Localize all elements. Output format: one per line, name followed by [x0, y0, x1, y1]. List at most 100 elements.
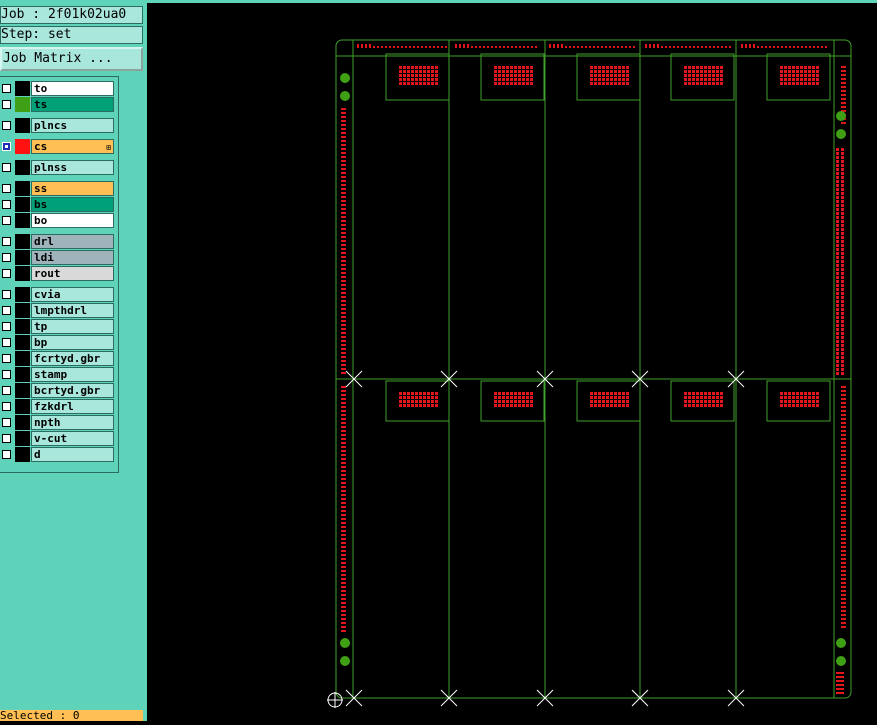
layer-row-to[interactable]: to: [0, 81, 116, 96]
layer-color-swatch[interactable]: [15, 97, 30, 112]
layer-checkbox[interactable]: [2, 338, 11, 347]
layer-checkbox[interactable]: [2, 322, 11, 331]
layer-row-drl[interactable]: drl: [0, 234, 116, 249]
layer-row-cvia[interactable]: cvia: [0, 287, 116, 302]
component-pad: [498, 400, 501, 403]
layer-row-stamp[interactable]: stamp: [0, 367, 116, 382]
layer-checkbox[interactable]: [2, 237, 11, 246]
layer-checkbox[interactable]: [2, 253, 11, 262]
job-matrix-button[interactable]: Job Matrix ...: [0, 47, 143, 71]
edge-rail-pad: [841, 454, 846, 456]
layer-name-label[interactable]: rout: [31, 266, 114, 281]
layer-checkbox[interactable]: [2, 290, 11, 299]
layer-checkbox[interactable]: [2, 216, 11, 225]
layer-name-label[interactable]: to: [31, 81, 114, 96]
layer-checkbox[interactable]: [2, 402, 11, 411]
layer-name-label[interactable]: bp: [31, 335, 114, 350]
layer-color-swatch[interactable]: [15, 250, 30, 265]
layer-name-label[interactable]: stamp: [31, 367, 114, 382]
layer-color-swatch[interactable]: [15, 431, 30, 446]
layer-row-d[interactable]: d: [0, 447, 116, 462]
layer-color-swatch[interactable]: [15, 399, 30, 414]
layer-name-label[interactable]: cs ⊞: [31, 139, 114, 154]
layer-row-plnss[interactable]: plnss: [0, 160, 116, 175]
layer-color-swatch[interactable]: [15, 351, 30, 366]
layer-row-tp[interactable]: tp: [0, 319, 116, 334]
edge-rail-pad: [836, 332, 839, 335]
layer-color-swatch[interactable]: [15, 266, 30, 281]
layer-row-rout[interactable]: rout: [0, 266, 116, 281]
layer-color-swatch[interactable]: [15, 383, 30, 398]
layer-name-label[interactable]: ldi: [31, 250, 114, 265]
edge-rail-pad: [841, 228, 844, 231]
layer-checkbox[interactable]: [2, 163, 11, 172]
layer-name-label[interactable]: d: [31, 447, 114, 462]
layer-name-label[interactable]: lmpthdrl: [31, 303, 114, 318]
edge-rail-pad: [841, 610, 846, 612]
layer-row-lmpthdrl[interactable]: lmpthdrl: [0, 303, 116, 318]
layer-name-label[interactable]: fcrtyd.gbr: [31, 351, 114, 366]
layer-name-label[interactable]: fzkdrl: [31, 399, 114, 414]
layer-color-swatch[interactable]: [15, 335, 30, 350]
layer-name-label[interactable]: ts: [31, 97, 114, 112]
layer-row-fzkdrl[interactable]: fzkdrl: [0, 399, 116, 414]
layer-row-v-cut[interactable]: v-cut: [0, 431, 116, 446]
component-pad: [530, 66, 533, 69]
layer-row-bo[interactable]: bo: [0, 213, 116, 228]
layer-checkbox[interactable]: [2, 84, 11, 93]
pcb-panel-view[interactable]: [147, 3, 877, 721]
layer-row-bp[interactable]: bp: [0, 335, 116, 350]
layer-color-swatch[interactable]: [15, 139, 30, 154]
layer-name-label[interactable]: drl: [31, 234, 114, 249]
layer-name-label[interactable]: plncs: [31, 118, 114, 133]
layer-checkbox[interactable]: [2, 184, 11, 193]
layer-checkbox[interactable]: [2, 370, 11, 379]
layer-name-label[interactable]: bs: [31, 197, 114, 212]
layer-row-fcrtyd-gbr[interactable]: fcrtyd.gbr: [0, 351, 116, 366]
layer-name-label[interactable]: bcrtyd.gbr: [31, 383, 114, 398]
layer-checkbox[interactable]: [2, 306, 11, 315]
layer-row-plncs[interactable]: plncs: [0, 118, 116, 133]
layer-color-swatch[interactable]: [15, 197, 30, 212]
layer-checkbox[interactable]: [2, 354, 11, 363]
layer-checkbox[interactable]: [2, 269, 11, 278]
layer-name-label[interactable]: plnss: [31, 160, 114, 175]
layer-checkbox[interactable]: [2, 386, 11, 395]
layer-checkbox[interactable]: [2, 434, 11, 443]
graphics-canvas[interactable]: [147, 3, 877, 721]
layer-name-label[interactable]: bo: [31, 213, 114, 228]
layer-color-swatch[interactable]: [15, 367, 30, 382]
layer-row-npth[interactable]: npth: [0, 415, 116, 430]
layer-row-bs[interactable]: bs: [0, 197, 116, 212]
layer-row-ldi[interactable]: ldi: [0, 250, 116, 265]
layer-checkbox[interactable]: [2, 142, 11, 151]
layer-checkbox[interactable]: [2, 418, 11, 427]
layer-color-swatch[interactable]: [15, 213, 30, 228]
layer-color-swatch[interactable]: [15, 287, 30, 302]
layer-checkbox[interactable]: [2, 200, 11, 209]
layer-color-swatch[interactable]: [15, 447, 30, 462]
layer-color-swatch[interactable]: [15, 415, 30, 430]
edge-rail-pad: [841, 98, 846, 100]
layer-color-swatch[interactable]: [15, 303, 30, 318]
layer-color-swatch[interactable]: [15, 319, 30, 334]
layer-row-cs[interactable]: cs ⊞: [0, 139, 116, 154]
layer-name-label[interactable]: npth: [31, 415, 114, 430]
layer-row-bcrtyd-gbr[interactable]: bcrtyd.gbr: [0, 383, 116, 398]
layer-checkbox[interactable]: [2, 100, 11, 109]
edge-rail-pad: [836, 160, 839, 163]
layer-color-swatch[interactable]: [15, 118, 30, 133]
layer-name-label[interactable]: tp: [31, 319, 114, 334]
layer-checkbox[interactable]: [2, 121, 11, 130]
layer-color-swatch[interactable]: [15, 234, 30, 249]
layer-name-label[interactable]: v-cut: [31, 431, 114, 446]
edge-rail-pad: [341, 304, 346, 306]
layer-row-ts[interactable]: ts: [0, 97, 116, 112]
layer-checkbox[interactable]: [2, 450, 11, 459]
layer-color-swatch[interactable]: [15, 181, 30, 196]
layer-row-ss[interactable]: ss: [0, 181, 116, 196]
layer-color-swatch[interactable]: [15, 160, 30, 175]
layer-name-label[interactable]: cvia: [31, 287, 114, 302]
layer-color-swatch[interactable]: [15, 81, 30, 96]
layer-name-label[interactable]: ss: [31, 181, 114, 196]
